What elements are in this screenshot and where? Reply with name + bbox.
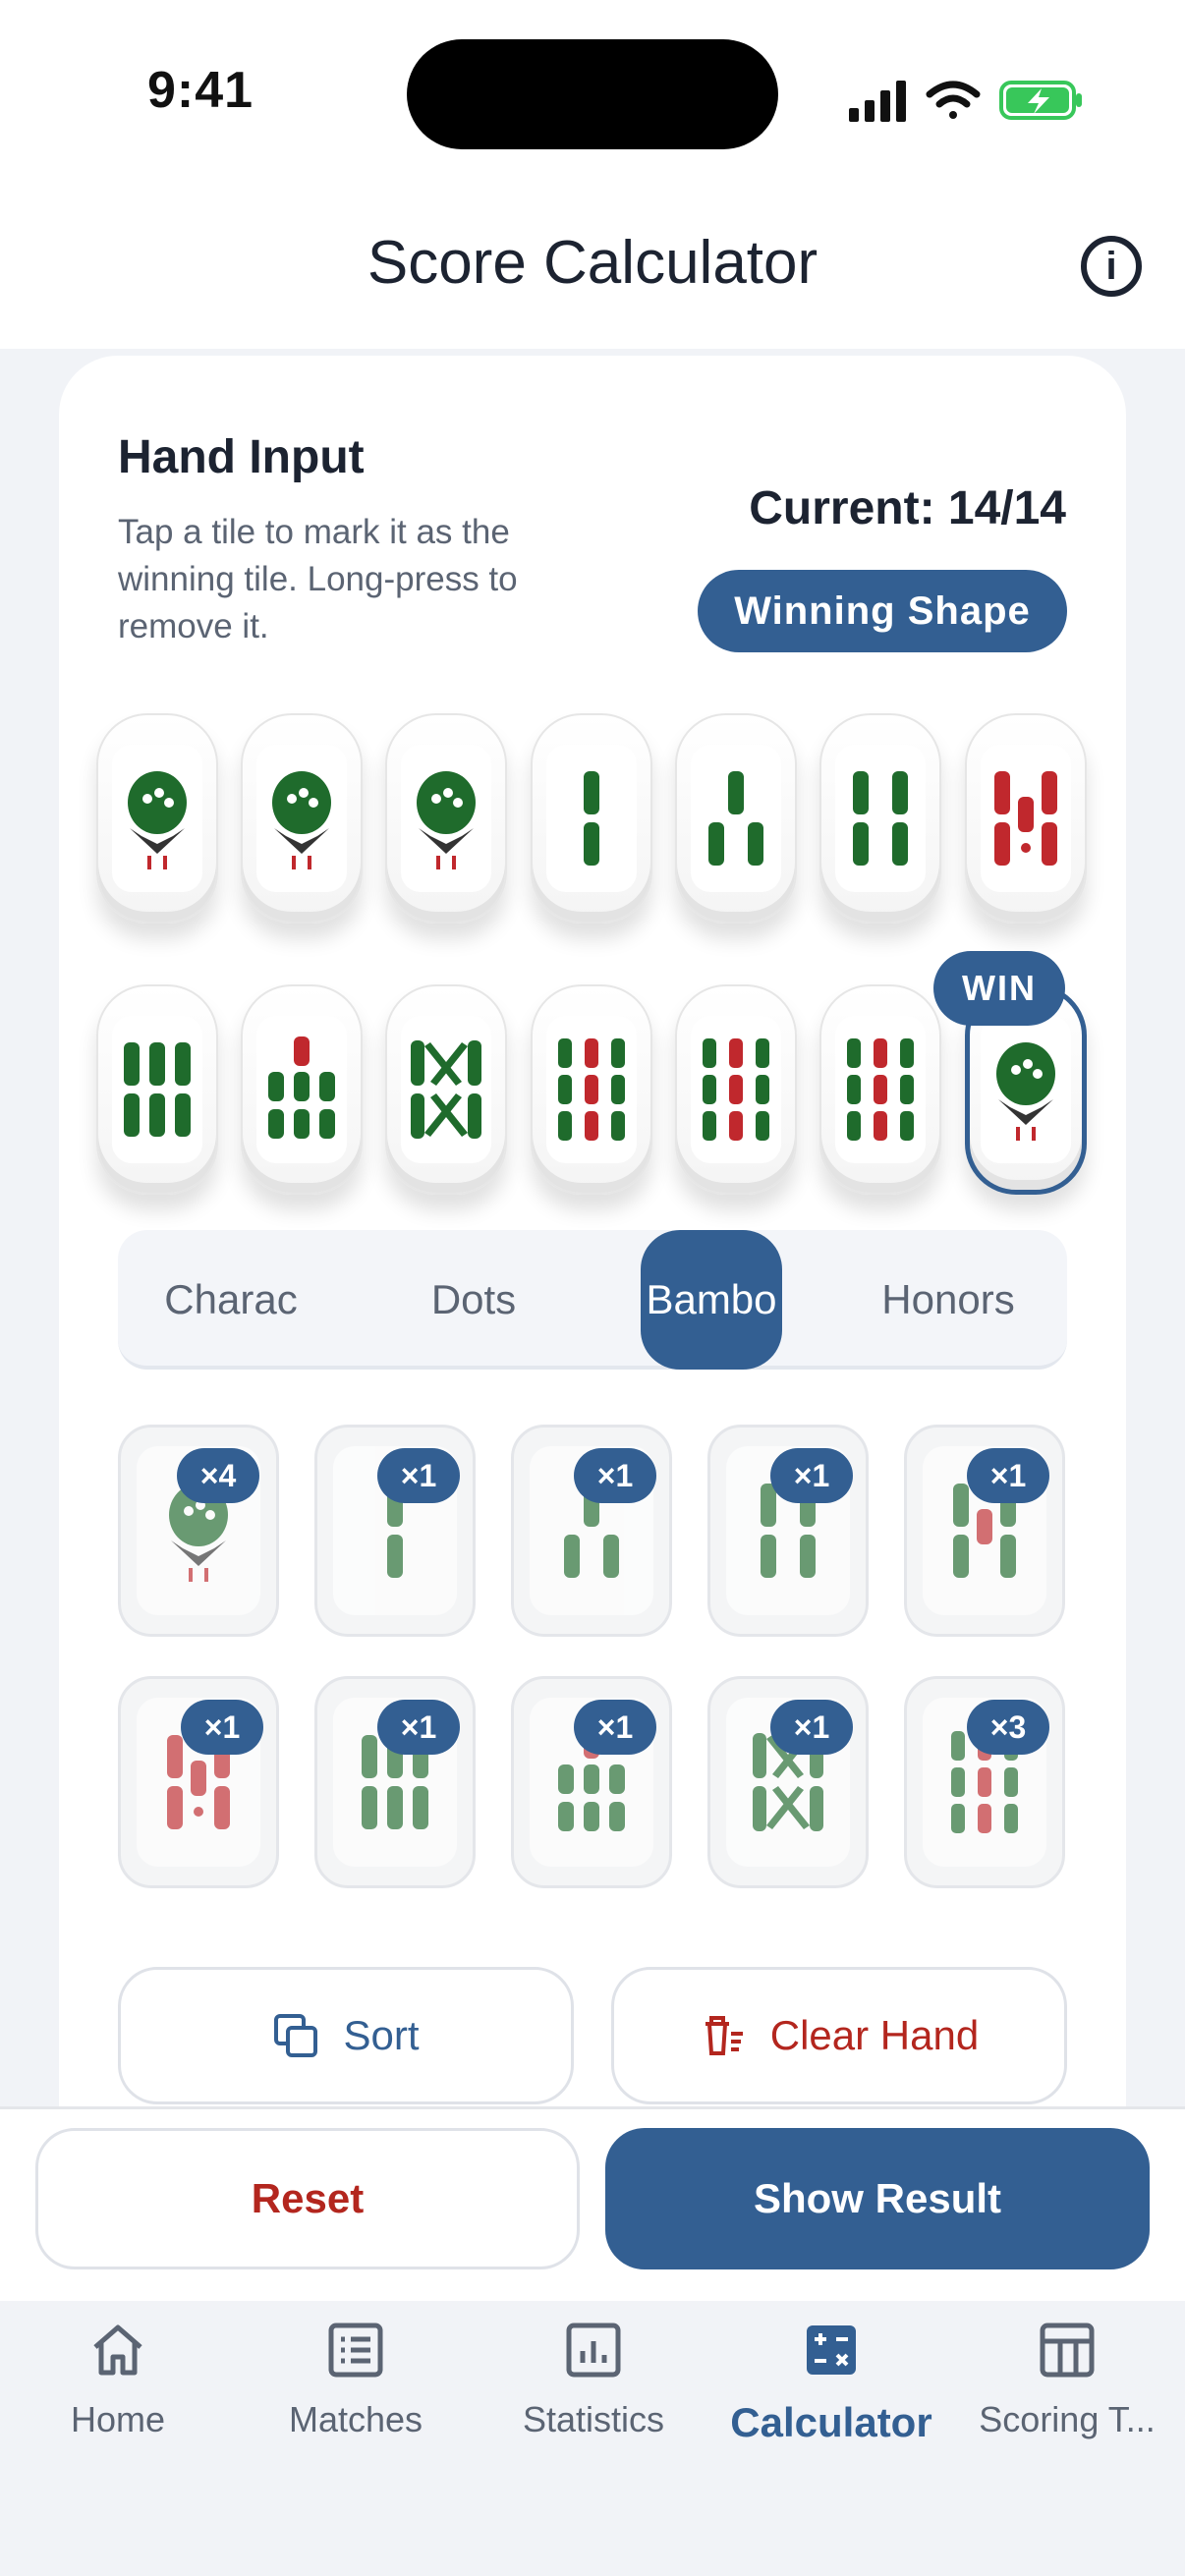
list-icon	[324, 2319, 387, 2381]
tile-count-badge: ×1	[377, 1448, 460, 1503]
hand-tile[interactable]	[96, 713, 218, 924]
tab-bamboo[interactable]: Bambo	[641, 1230, 782, 1370]
nav-statistics-label: Statistics	[522, 2399, 665, 2439]
tile-count-badge: ×1	[181, 1700, 263, 1755]
tile-count-badge: ×1	[574, 1448, 656, 1503]
clear-hand-label: Clear Hand	[769, 2012, 980, 2058]
hand-tile[interactable]	[675, 984, 797, 1195]
hand-tile[interactable]	[819, 713, 941, 924]
show-result-button[interactable]: Show Result	[605, 2128, 1150, 2269]
tile-count: Current: 14/14	[749, 482, 1066, 534]
1-bamboo-tile-icon	[401, 745, 491, 892]
nav-calculator-label: Calculator	[730, 2399, 932, 2445]
9-bamboo-tile-icon	[835, 1016, 926, 1163]
hand-tile[interactable]	[965, 713, 1087, 924]
tile-count-badge: ×1	[770, 1700, 853, 1755]
2-bamboo-tile-icon	[546, 745, 637, 892]
hand-tile[interactable]	[531, 713, 652, 924]
7-bamboo-tile-icon	[256, 1016, 347, 1163]
9-bamboo-tile-icon	[546, 1016, 637, 1163]
table-icon	[1036, 2319, 1099, 2381]
signal-icon	[849, 81, 906, 122]
hand-input-description: Tap a tile to mark it as the winning til…	[118, 513, 518, 645]
nav-matches-label: Matches	[288, 2399, 423, 2439]
winning-shape-button[interactable]: Winning Shape	[698, 570, 1067, 652]
page-title: Score Calculator	[367, 229, 818, 297]
4-bamboo-tile-icon	[835, 745, 926, 892]
tile-count-badge: ×3	[967, 1700, 1049, 1755]
wifi-icon	[926, 81, 981, 119]
sort-button[interactable]: Sort	[118, 1967, 574, 2104]
hand-tile[interactable]	[241, 984, 363, 1195]
tab-honors[interactable]: Honors	[865, 1230, 1032, 1370]
sort-label: Sort	[343, 2012, 420, 2058]
8-bamboo-tile-icon	[401, 1016, 491, 1163]
hand-input-title: Hand Input	[118, 431, 365, 483]
win-badge: WIN	[933, 951, 1065, 1026]
hand-tile[interactable]	[241, 713, 363, 924]
bar-chart-icon	[562, 2319, 625, 2381]
nav-matches[interactable]: Matches	[238, 2319, 474, 2440]
nav-statistics[interactable]: Statistics	[476, 2319, 711, 2440]
nav-calculator[interactable]: Calculator	[713, 2319, 949, 2446]
tab-characters[interactable]: Charac	[147, 1230, 314, 1370]
nav-home[interactable]: Home	[0, 2319, 236, 2440]
info-button[interactable]: i	[1081, 236, 1142, 297]
9-bamboo-tile-icon	[691, 1016, 781, 1163]
3-bamboo-tile-icon	[691, 745, 781, 892]
nav-scoring-table-label: Scoring T...	[979, 2399, 1156, 2439]
clear-hand-button[interactable]: Clear Hand	[611, 1967, 1067, 2104]
tile-count-badge: ×1	[770, 1448, 853, 1503]
hand-tile[interactable]	[531, 984, 652, 1195]
status-time: 9:41	[147, 62, 254, 119]
6-bamboo-tile-icon	[112, 1016, 202, 1163]
5-bamboo-tile-icon	[981, 745, 1071, 892]
info-icon: i	[1105, 244, 1117, 288]
copy-icon	[274, 2014, 318, 2057]
hand-tile[interactable]	[385, 713, 507, 924]
reset-button[interactable]: Reset	[35, 2128, 580, 2269]
dynamic-island	[407, 39, 778, 149]
hand-tile[interactable]	[385, 984, 507, 1195]
tab-dots[interactable]: Dots	[393, 1230, 554, 1370]
nav-home-label: Home	[70, 2399, 166, 2439]
tile-count-badge: ×1	[377, 1700, 460, 1755]
1-bamboo-tile-icon	[112, 745, 202, 892]
home-icon	[86, 2319, 149, 2381]
calculator-icon	[800, 2319, 863, 2381]
1-bamboo-tile-icon	[981, 1016, 1071, 1163]
hand-tile[interactable]	[675, 713, 797, 924]
hand-tile[interactable]	[819, 984, 941, 1195]
battery-icon	[999, 81, 1082, 120]
nav-scoring-table[interactable]: Scoring T...	[949, 2319, 1185, 2440]
tile-count-badge: ×4	[177, 1448, 259, 1503]
tile-count-badge: ×1	[574, 1700, 656, 1755]
status-icons	[849, 81, 1082, 122]
1-bamboo-tile-icon	[256, 745, 347, 892]
hand-tile[interactable]	[96, 984, 218, 1195]
delete-sweep-icon	[705, 2016, 743, 2055]
tile-count-badge: ×1	[967, 1448, 1049, 1503]
